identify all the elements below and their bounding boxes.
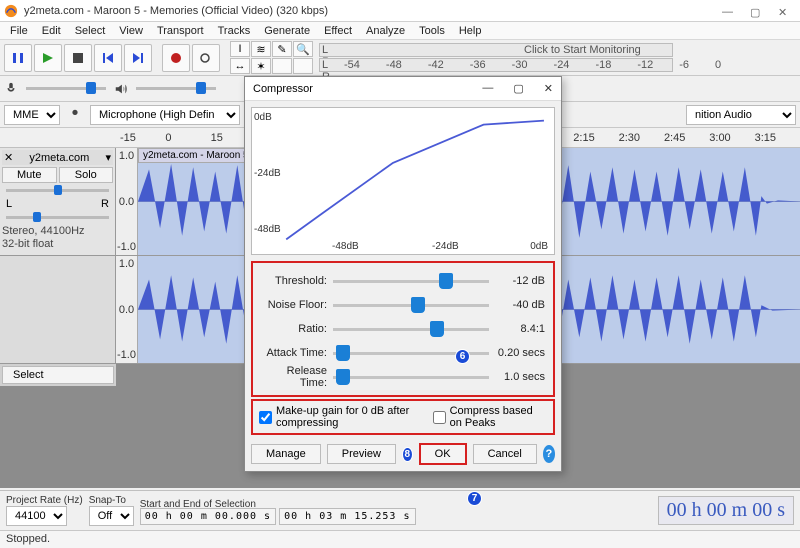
- dialog-title: Compressor: [253, 83, 313, 95]
- play-button[interactable]: [34, 44, 62, 72]
- dialog-minimize-button[interactable]: —: [482, 82, 493, 95]
- track-format: Stereo, 44100Hz32-bit float: [2, 225, 113, 251]
- menu-help[interactable]: Help: [453, 23, 488, 39]
- mute-button[interactable]: Mute: [2, 167, 57, 183]
- noise-floor-slider[interactable]: [333, 304, 489, 307]
- amplitude-ruler: 1.00.0-1.0: [116, 148, 138, 255]
- pan-slider[interactable]: [6, 216, 109, 219]
- release-time-slider[interactable]: [333, 376, 489, 379]
- input-device-select[interactable]: Microphone (High Defin: [90, 105, 240, 125]
- solo-button[interactable]: Solo: [59, 167, 114, 183]
- compressor-dialog: Compressor — ▢ ✕ 0dB -24dB -48dB -48dB -…: [244, 76, 562, 472]
- track-name[interactable]: y2meta.com: [29, 152, 89, 164]
- zoom-tool[interactable]: 🔍: [293, 41, 313, 57]
- amplitude-ruler: 1.00.0-1.0: [116, 256, 138, 363]
- menu-view[interactable]: View: [113, 23, 149, 39]
- snap-to-label: Snap-To: [89, 495, 134, 506]
- skip-end-button[interactable]: [124, 44, 152, 72]
- manage-button[interactable]: Manage: [251, 444, 321, 464]
- menu-tools[interactable]: Tools: [413, 23, 451, 39]
- minimize-button[interactable]: —: [722, 6, 732, 16]
- track-select-button[interactable]: Select: [2, 366, 114, 384]
- selection-tool[interactable]: I: [230, 41, 250, 57]
- tool-extra2[interactable]: [293, 58, 313, 74]
- project-rate-select[interactable]: 44100: [6, 506, 67, 526]
- tools-grid: I ≋ ✎ 🔍 ↔ ✶: [230, 41, 313, 74]
- status-bar: Stopped.: [0, 530, 800, 548]
- dialog-close-button[interactable]: ✕: [544, 82, 553, 95]
- selection-start-field[interactable]: 00 h 00 m 00.000 s: [140, 508, 276, 525]
- selection-end-field[interactable]: 00 h 03 m 15.253 s: [279, 508, 415, 525]
- gain-slider[interactable]: [6, 189, 109, 192]
- callout-7: 7: [467, 491, 482, 506]
- audio-host-select[interactable]: MME: [4, 105, 60, 125]
- window-titlebar: y2meta.com - Maroon 5 - Memories (Offici…: [0, 0, 800, 22]
- checkbox-group: Make-up gain for 0 dB after compressing …: [251, 399, 555, 435]
- callout-6: 6: [455, 349, 470, 364]
- menu-effect[interactable]: Effect: [318, 23, 358, 39]
- snap-to-select[interactable]: Off: [89, 506, 134, 526]
- dialog-button-row: Manage Preview 8 OK Cancel ?: [245, 437, 561, 471]
- track-menu-icon[interactable]: ▾: [105, 151, 111, 164]
- play-volume-slider[interactable]: [136, 87, 216, 90]
- dialog-titlebar[interactable]: Compressor — ▢ ✕: [245, 77, 561, 101]
- selection-toolbar: Project Rate (Hz) 44100 Snap-To Off Star…: [0, 490, 800, 530]
- help-button[interactable]: ?: [543, 445, 555, 463]
- rec-volume-slider[interactable]: [26, 87, 106, 90]
- audio-position-field[interactable]: 00 h 00 m 00 s: [658, 496, 794, 525]
- timeshift-tool[interactable]: ↔: [230, 58, 250, 74]
- speaker-icon: [114, 82, 128, 96]
- mic-icon: [4, 82, 18, 96]
- menu-generate[interactable]: Generate: [258, 23, 316, 39]
- close-button[interactable]: ✕: [778, 6, 788, 16]
- dialog-maximize-button[interactable]: ▢: [513, 82, 523, 95]
- window-title: y2meta.com - Maroon 5 - Memories (Offici…: [24, 5, 722, 17]
- maximize-button[interactable]: ▢: [750, 6, 760, 16]
- loop-button[interactable]: [192, 44, 220, 72]
- makeup-gain-checkbox[interactable]: Make-up gain for 0 dB after compressing: [259, 405, 425, 429]
- ok-button[interactable]: OK: [419, 443, 467, 465]
- callout-8: 8: [402, 447, 413, 462]
- preview-button[interactable]: Preview: [327, 444, 396, 464]
- multi-tool[interactable]: ✶: [251, 58, 271, 74]
- recording-meter[interactable]: LRClick to Start Monitoring: [319, 43, 673, 57]
- app-icon: [4, 4, 18, 18]
- menu-select[interactable]: Select: [69, 23, 112, 39]
- slider-group: Threshold:-12 dB Noise Floor:-40 dB Rati…: [251, 261, 555, 397]
- compressor-graph: 0dB -24dB -48dB -48dB -24dB 0dB: [251, 107, 555, 255]
- close-track-icon[interactable]: ✕: [4, 151, 13, 164]
- mic-icon: [68, 108, 82, 122]
- compress-peaks-checkbox[interactable]: Compress based on Peaks: [433, 405, 547, 429]
- project-rate-label: Project Rate (Hz): [6, 495, 83, 506]
- tool-extra1[interactable]: [272, 58, 292, 74]
- cancel-button[interactable]: Cancel: [473, 444, 537, 464]
- menu-file[interactable]: File: [4, 23, 34, 39]
- menu-transport[interactable]: Transport: [151, 23, 210, 39]
- menu-analyze[interactable]: Analyze: [360, 23, 411, 39]
- menu-edit[interactable]: Edit: [36, 23, 67, 39]
- draw-tool[interactable]: ✎: [272, 41, 292, 57]
- transport-toolbar: I ≋ ✎ 🔍 ↔ ✶ LRClick to Start Monitoring …: [0, 40, 800, 76]
- threshold-slider[interactable]: [333, 280, 489, 283]
- stop-button[interactable]: [64, 44, 92, 72]
- record-button[interactable]: [162, 44, 190, 72]
- menubar: File Edit Select View Transport Tracks G…: [0, 22, 800, 40]
- envelope-tool[interactable]: ≋: [251, 41, 271, 57]
- playback-meter[interactable]: LR -54-48-42-36-30-24-18-12-60: [319, 58, 673, 72]
- menu-tracks[interactable]: Tracks: [212, 23, 257, 39]
- ratio-slider[interactable]: [333, 328, 489, 331]
- skip-start-button[interactable]: [94, 44, 122, 72]
- output-device-select[interactable]: nition Audio: [686, 105, 796, 125]
- track-control-panel: ✕y2meta.com▾ MuteSolo LR Stereo, 44100Hz…: [0, 148, 116, 255]
- pause-button[interactable]: [4, 44, 32, 72]
